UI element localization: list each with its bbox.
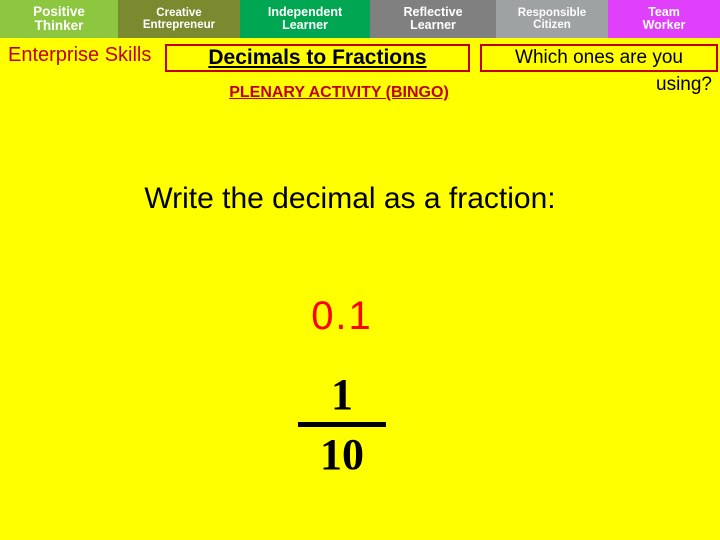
skill-label-line1: Responsible (517, 6, 587, 19)
skill-cell-reflective-learner[interactable]: Reflective Learner (370, 0, 496, 38)
skill-cell-responsible-citizen[interactable]: Responsible Citizen (496, 0, 608, 38)
title-box: Decimals to Fractions (165, 44, 470, 72)
instruction-text: Write the decimal as a fraction: (144, 182, 556, 215)
skill-label-line2: Entrepreneur (142, 19, 216, 31)
question-box: Which ones are you (480, 44, 718, 72)
fraction-numerator: 1 (331, 370, 353, 419)
skills-banner: Positive Thinker Creative Entrepreneur I… (0, 0, 720, 38)
enterprise-skills-label: Enterprise Skills (8, 44, 152, 66)
fraction-bar (298, 422, 386, 427)
page-title: Decimals to Fractions (208, 46, 427, 69)
skill-label-line2: Learner (410, 18, 456, 32)
question-line-1: Which ones are you (515, 47, 683, 68)
skill-label-line2: Thinker (34, 18, 84, 33)
fraction-answer: 1 10 (0, 372, 684, 479)
skill-cell-creative-entrepreneur[interactable]: Creative Entrepreneur (118, 0, 240, 38)
skill-label-line1: Positive (33, 3, 85, 19)
skill-cell-team-worker[interactable]: Team Worker (608, 0, 720, 38)
fraction-denominator: 10 (320, 430, 364, 479)
skill-label-line2: Citizen (533, 19, 571, 31)
skill-label-line2: Worker (642, 18, 686, 32)
decimal-value: 0.1 (311, 294, 373, 338)
skill-label-line1: Creative (156, 6, 202, 19)
skill-cell-positive-thinker[interactable]: Positive Thinker (0, 0, 118, 38)
skill-label-line2: Learner (282, 18, 328, 32)
plenary-subtitle: PLENARY ACTIVITY (BINGO) (229, 84, 449, 101)
skill-cell-independent-learner[interactable]: Independent Learner (240, 0, 370, 38)
